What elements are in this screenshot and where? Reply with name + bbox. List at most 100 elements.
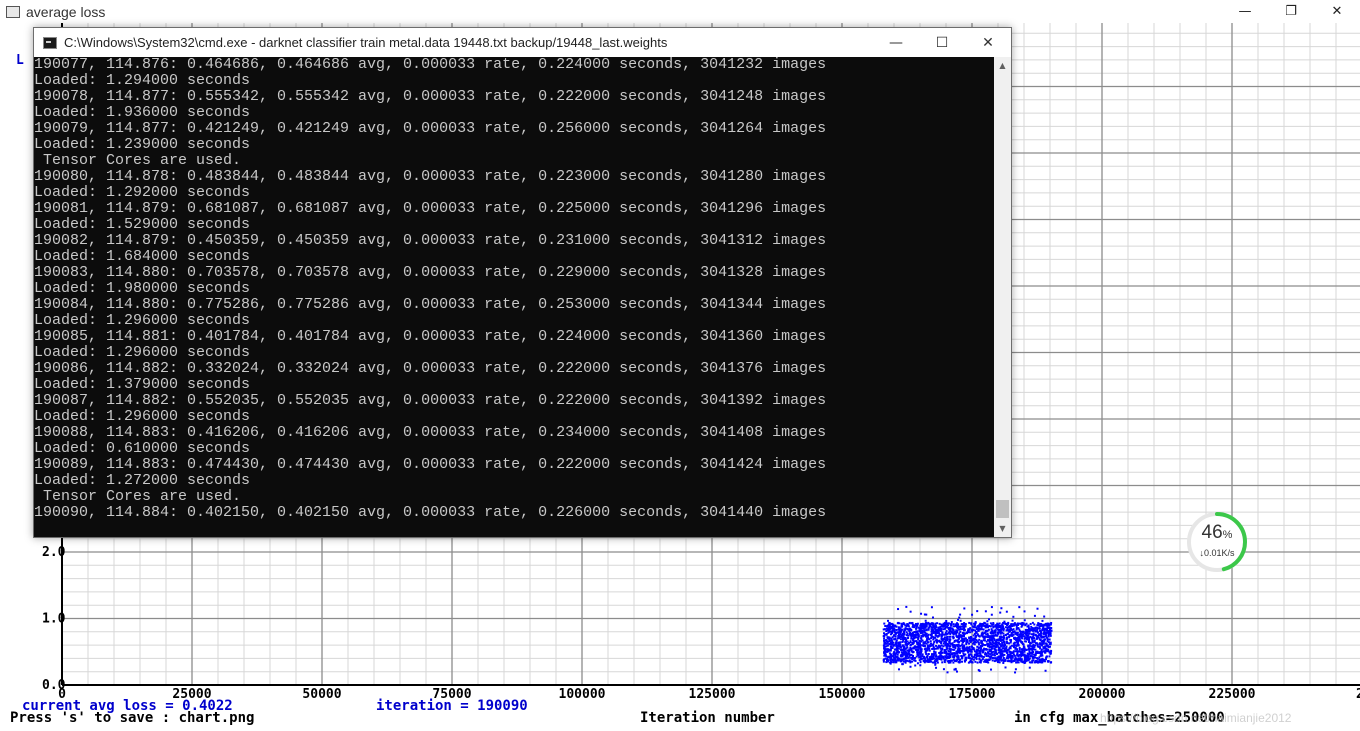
loss-point <box>1036 627 1039 630</box>
loss-point <box>1043 630 1046 633</box>
loss-point <box>1010 633 1013 636</box>
loss-point <box>989 656 992 659</box>
loss-point <box>1048 641 1051 644</box>
loss-point <box>988 648 991 651</box>
loss-point <box>1035 660 1038 663</box>
loss-point <box>919 656 922 659</box>
loss-point <box>948 640 951 643</box>
loss-point <box>963 607 966 610</box>
loss-point <box>956 652 959 655</box>
loss-point <box>976 649 979 652</box>
loss-point <box>982 635 985 638</box>
chart-window-titlebar[interactable]: average loss — ❐ ✕ <box>0 0 1360 23</box>
loss-point <box>893 648 896 651</box>
loss-point <box>887 626 890 629</box>
loss-point <box>1031 639 1034 642</box>
loss-point <box>940 649 943 652</box>
loss-point <box>1044 669 1047 672</box>
console-line: 190088, 114.883: 0.416206, 0.416206 avg,… <box>34 424 827 441</box>
console-line: 190082, 114.879: 0.450359, 0.450359 avg,… <box>34 232 827 249</box>
cmd-window-titlebar[interactable]: C:\Windows\System32\cmd.exe - darknet cl… <box>34 28 1011 57</box>
minimize-button[interactable]: — <box>1222 0 1268 23</box>
loss-point <box>915 627 918 630</box>
loss-point <box>996 623 999 626</box>
scroll-up-arrow-icon[interactable]: ▲ <box>994 57 1011 74</box>
loss-point <box>974 636 977 639</box>
loss-point <box>909 633 912 636</box>
loss-point <box>929 640 932 643</box>
loss-point <box>987 618 990 621</box>
loss-point <box>932 654 935 657</box>
loss-point <box>961 637 964 640</box>
loss-point <box>969 659 972 662</box>
loss-point <box>993 639 996 642</box>
loss-point <box>1003 653 1006 656</box>
loss-point <box>977 669 980 672</box>
loss-point <box>998 661 1001 664</box>
loss-point <box>912 636 915 639</box>
cmd-close-button[interactable]: ✕ <box>965 28 1011 57</box>
loss-point <box>891 655 894 658</box>
loss-point <box>1043 646 1046 649</box>
loss-point <box>1006 655 1009 658</box>
y-tick-label: 2.0 <box>42 545 66 560</box>
console-output[interactable]: 190077, 114.876: 0.464686, 0.464686 avg,… <box>34 57 994 537</box>
loss-point <box>969 635 972 638</box>
loss-point <box>1019 622 1022 625</box>
loss-point <box>1025 622 1028 625</box>
cmd-maximize-button[interactable]: ☐ <box>919 28 965 57</box>
loss-point <box>1008 636 1011 639</box>
loss-point <box>918 656 921 659</box>
loss-point <box>887 619 890 622</box>
loss-point <box>884 650 887 653</box>
loss-point <box>920 612 923 615</box>
loss-point <box>1017 661 1020 664</box>
loss-point <box>1008 625 1011 628</box>
loss-point <box>973 643 976 646</box>
loss-point <box>1016 654 1019 657</box>
loss-point <box>1006 642 1009 645</box>
loss-point <box>1048 638 1051 641</box>
loss-point <box>924 659 927 662</box>
loss-point <box>982 639 985 642</box>
loss-point <box>929 642 932 645</box>
loss-point <box>906 637 909 640</box>
console-scrollbar[interactable]: ▲ ▼ <box>994 57 1011 537</box>
loss-point <box>979 646 982 649</box>
loss-point <box>1037 636 1040 639</box>
loss-point <box>1007 632 1010 635</box>
loss-point <box>1001 624 1004 627</box>
loss-point <box>993 657 996 660</box>
close-button[interactable]: ✕ <box>1314 0 1360 23</box>
loss-point <box>984 644 987 647</box>
loss-point <box>991 659 994 662</box>
loss-point <box>946 655 949 658</box>
cmd-minimize-button[interactable]: — <box>873 28 919 57</box>
loss-point <box>913 633 916 636</box>
loss-point <box>963 647 966 650</box>
maximize-button[interactable]: ❐ <box>1268 0 1314 23</box>
loss-point <box>897 650 900 653</box>
loss-point <box>982 655 985 658</box>
loss-point <box>949 642 952 645</box>
loss-point <box>972 642 975 645</box>
loss-point <box>1025 658 1028 661</box>
loss-point <box>897 635 900 638</box>
loss-point <box>903 628 906 631</box>
loss-point <box>1007 659 1010 662</box>
scrollbar-thumb[interactable] <box>996 500 1009 518</box>
loss-point <box>992 625 995 628</box>
loss-point <box>1037 661 1040 664</box>
loss-point <box>908 621 911 624</box>
loss-point <box>896 653 899 656</box>
loss-point <box>948 638 951 641</box>
loss-point <box>926 649 929 652</box>
x-tick-label: 25 <box>1356 687 1360 702</box>
loss-point <box>979 655 982 658</box>
loss-point <box>895 631 898 634</box>
loss-point <box>893 624 896 627</box>
scroll-down-arrow-icon[interactable]: ▼ <box>994 520 1011 537</box>
loss-point <box>913 657 916 660</box>
network-speed-widget[interactable]: 46% ↓0.01K/s <box>1185 510 1249 574</box>
loss-point <box>1001 641 1004 644</box>
